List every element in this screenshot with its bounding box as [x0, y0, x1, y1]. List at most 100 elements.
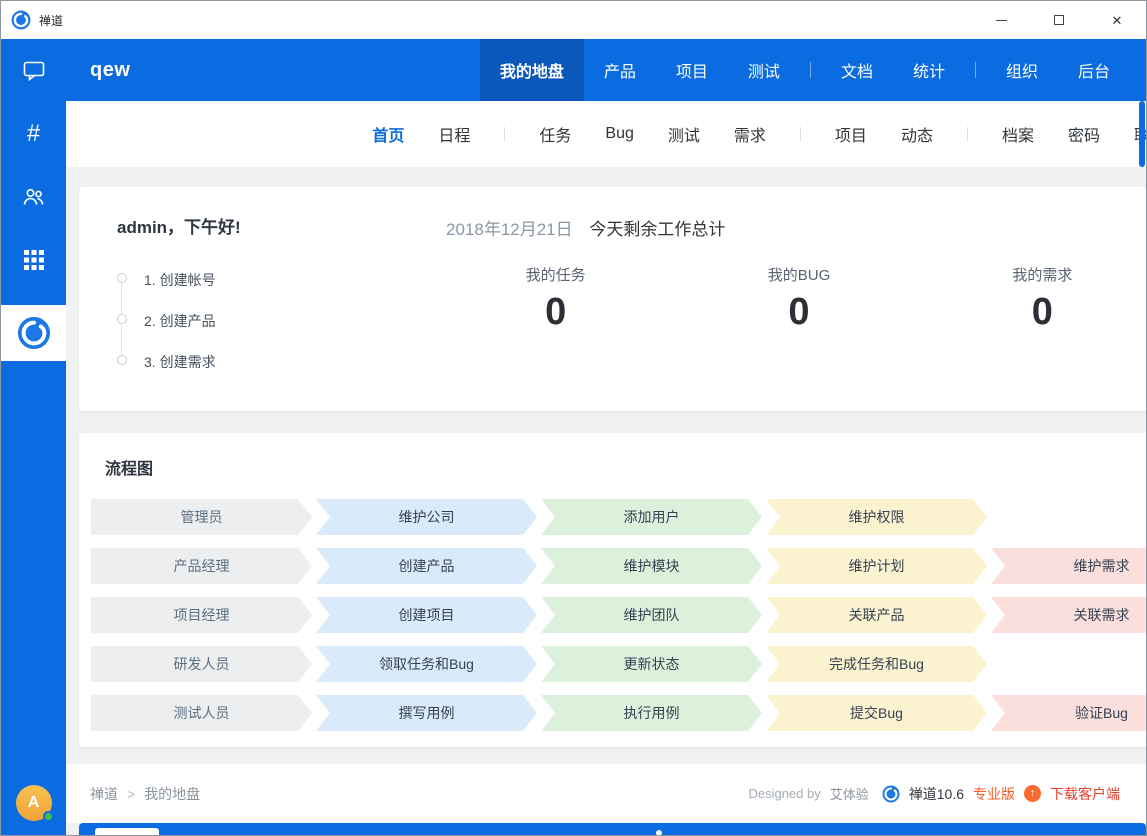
close-button[interactable]: ✕	[1088, 1, 1146, 39]
stats-row: 我的任务 0 我的BUG 0 我的需求 0	[434, 264, 1146, 334]
flow-row-product-manager: 产品经理 创建产品 维护模块 维护计划 维护需求	[91, 548, 1146, 584]
flow-role: 项目经理	[91, 597, 312, 633]
minimize-button[interactable]	[972, 1, 1030, 39]
active-indicator-dot	[4, 331, 7, 334]
subnav-divider	[967, 127, 968, 142]
step-create-account[interactable]: 1. 创建帐号	[117, 270, 434, 290]
summary-header: 2018年12月21日 今天剩余工作总计	[446, 215, 1146, 240]
subnav-test[interactable]: 测试	[668, 122, 700, 146]
main-area: qew 我的地盘 产品 项目 测试 文档 统计 组织 后台 首页 日程 任务 B…	[66, 39, 1146, 835]
flow-row-project-manager: 项目经理 创建项目 维护团队 关联产品 关联需求	[91, 597, 1146, 633]
sidebar-item-apps[interactable]	[1, 238, 66, 282]
chat-icon	[22, 59, 46, 83]
bottom-panel-dot-icon	[656, 830, 662, 835]
flow-step[interactable]: 维护公司	[316, 499, 537, 535]
update-icon[interactable]: ↑	[1024, 785, 1041, 802]
subnav-password[interactable]: 密码	[1068, 122, 1100, 146]
summary-title: 今天剩余工作总计	[589, 220, 725, 239]
nav-my-dashboard[interactable]: 我的地盘	[480, 39, 584, 101]
subnav-divider	[800, 127, 801, 142]
flow-step[interactable]: 维护需求	[991, 548, 1146, 584]
nav-doc[interactable]: 文档	[821, 39, 893, 101]
sidebar-item-topics[interactable]: #	[1, 112, 66, 156]
subnav-home[interactable]: 首页	[372, 122, 404, 146]
step-create-story[interactable]: 3. 创建需求	[117, 352, 434, 372]
flow-step[interactable]: 添加用户	[541, 499, 762, 535]
designer-link[interactable]: 艾体验	[830, 784, 869, 803]
sidebar: #	[1, 39, 66, 835]
subnav-dynamic[interactable]: 动态	[901, 122, 933, 146]
flow-step[interactable]: 创建项目	[316, 597, 537, 633]
version-label: 禅道10.6	[909, 784, 964, 804]
flow-row-developer: 研发人员 领取任务和Bug 更新状态 完成任务和Bug	[91, 646, 1146, 682]
subnav-bug[interactable]: Bug	[605, 125, 633, 143]
subnav-calendar[interactable]: 日程	[438, 122, 470, 146]
titlebar: 禅道 ✕	[1, 1, 1146, 39]
flow-step[interactable]: 撰写用例	[316, 695, 537, 731]
onboarding-steps: 1. 创建帐号 2. 创建产品 3. 创建需求	[117, 270, 434, 372]
sidebar-item-zentao[interactable]	[1, 305, 66, 361]
nav-product[interactable]: 产品	[584, 39, 656, 101]
nav-org[interactable]: 组织	[986, 39, 1058, 101]
subnav-doc[interactable]: 档案	[1002, 122, 1034, 146]
top-navbar: qew 我的地盘 产品 项目 测试 文档 统计 组织 后台	[66, 39, 1146, 101]
greeting-text: admin，下午好!	[117, 213, 434, 238]
zentao-logo-icon	[882, 785, 900, 803]
window-controls: ✕	[972, 1, 1146, 39]
maximize-button[interactable]	[1030, 1, 1088, 39]
stat-value[interactable]: 0	[434, 291, 677, 334]
flow-step[interactable]: 验证Bug	[991, 695, 1146, 731]
vertical-scrollbar-thumb[interactable]	[1139, 101, 1145, 167]
sidebar-item-contacts[interactable]	[1, 175, 66, 219]
stat-label: 我的任务	[434, 264, 677, 285]
flow-step[interactable]: 更新状态	[541, 646, 762, 682]
app-window: 禅道 ✕ #	[0, 0, 1147, 836]
step-create-product[interactable]: 2. 创建产品	[117, 311, 434, 331]
subnav-project[interactable]: 项目	[835, 122, 867, 146]
sidebar-item-messages[interactable]	[1, 49, 66, 93]
nav-test[interactable]: 测试	[728, 39, 800, 101]
flow-step[interactable]: 执行用例	[541, 695, 762, 731]
hash-icon: #	[27, 120, 40, 148]
download-client-link[interactable]: 下载客户端	[1050, 784, 1120, 804]
app-title: 禅道	[39, 12, 63, 29]
flow-row-admin: 管理员 维护公司 添加用户 维护权限	[91, 499, 1146, 535]
flow-step[interactable]: 维护模块	[541, 548, 762, 584]
grid-icon	[23, 249, 45, 271]
welcome-card: admin，下午好! 1. 创建帐号 2. 创建产品 3. 创建需求 2018年…	[79, 187, 1146, 411]
flow-role: 管理员	[91, 499, 312, 535]
content-area: admin，下午好! 1. 创建帐号 2. 创建产品 3. 创建需求 2018年…	[66, 167, 1146, 835]
flow-step[interactable]: 创建产品	[316, 548, 537, 584]
bottom-panel-header	[79, 823, 1146, 835]
flow-step[interactable]: 关联产品	[766, 597, 987, 633]
flow-step[interactable]: 关联需求	[991, 597, 1146, 633]
maximize-icon	[1054, 15, 1064, 25]
flow-row-tester: 测试人员 撰写用例 执行用例 提交Bug 验证Bug	[91, 695, 1146, 731]
breadcrumb-separator: >	[127, 786, 135, 802]
welcome-left: admin，下午好! 1. 创建帐号 2. 创建产品 3. 创建需求	[79, 187, 434, 411]
flow-step[interactable]: 提交Bug	[766, 695, 987, 731]
stat-value[interactable]: 0	[921, 291, 1146, 334]
flow-step[interactable]: 维护计划	[766, 548, 987, 584]
bottom-panel-tab[interactable]	[95, 828, 159, 835]
flow-step[interactable]: 领取任务和Bug	[316, 646, 537, 682]
breadcrumb-page: 我的地盘	[144, 784, 200, 804]
flow-step[interactable]: 完成任务和Bug	[766, 646, 987, 682]
stat-label: 我的需求	[921, 264, 1146, 285]
subnav-story[interactable]: 需求	[734, 122, 766, 146]
zentao-logo-icon	[17, 316, 51, 350]
minimize-icon	[996, 20, 1007, 21]
flow-role: 研发人员	[91, 646, 312, 682]
workspace-name: qew	[90, 59, 130, 82]
online-status-dot	[43, 811, 54, 822]
nav-admin[interactable]: 后台	[1058, 39, 1130, 101]
edition-link[interactable]: 专业版	[973, 784, 1015, 804]
avatar[interactable]: A	[16, 785, 52, 821]
flow-step[interactable]: 维护团队	[541, 597, 762, 633]
breadcrumb-app[interactable]: 禅道	[90, 784, 118, 804]
nav-project[interactable]: 项目	[656, 39, 728, 101]
subnav-task[interactable]: 任务	[539, 122, 571, 146]
stat-value[interactable]: 0	[677, 291, 920, 334]
flow-step[interactable]: 维护权限	[766, 499, 987, 535]
nav-report[interactable]: 统计	[893, 39, 965, 101]
